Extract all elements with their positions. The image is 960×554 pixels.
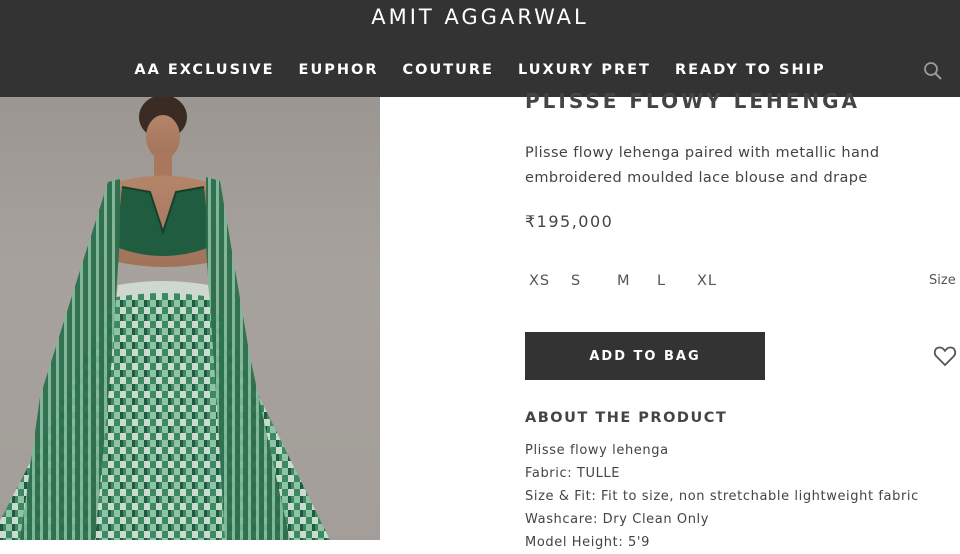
nav-item-ready-to-ship[interactable]: READY TO SHIP <box>663 62 838 78</box>
size-option-s[interactable]: S <box>571 273 581 289</box>
about-item: Plisse flowy lehenga <box>525 443 669 458</box>
product-description: Plisse flowy lehenga paired with metalli… <box>525 145 880 186</box>
product-price: ₹195,000 <box>525 212 614 231</box>
about-heading: ABOUT THE PRODUCT <box>525 410 728 426</box>
nav-item-aa-exclusive[interactable]: AA EXCLUSIVE <box>122 62 286 78</box>
heart-icon[interactable] <box>933 345 957 367</box>
about-list: Plisse flowy lehenga Fabric: TULLE Size … <box>525 439 919 554</box>
size-chart-link[interactable]: Size <box>929 273 956 288</box>
brand-logo[interactable]: AMIT AGGARWAL <box>0 5 960 29</box>
product-title: PLISSE FLOWY LEHENGA <box>525 89 861 113</box>
main-nav: AA EXCLUSIVE EUPHOR COUTURE LUXURY PRET … <box>0 62 960 78</box>
size-option-xs[interactable]: XS <box>529 273 550 289</box>
size-option-xl[interactable]: XL <box>697 273 717 289</box>
search-icon[interactable] <box>922 60 944 82</box>
about-item: Washcare: Dry Clean Only <box>525 512 710 527</box>
nav-item-couture[interactable]: COUTURE <box>390 62 505 78</box>
size-option-l[interactable]: L <box>657 273 666 289</box>
about-item: Fabric: TULLE <box>525 466 621 481</box>
about-item: Model Height: 5'9 <box>525 535 650 550</box>
about-item: Size & Fit: Fit to size, non stretchable… <box>525 489 919 504</box>
nav-item-euphor[interactable]: EUPHOR <box>287 62 391 78</box>
add-to-bag-button[interactable]: ADD TO BAG <box>525 332 765 380</box>
nav-item-luxury-pret[interactable]: LUXURY PRET <box>506 62 663 78</box>
size-option-m[interactable]: M <box>617 273 631 289</box>
site-header: AMIT AGGARWAL AA EXCLUSIVE EUPHOR COUTUR… <box>0 0 960 97</box>
product-image[interactable] <box>0 97 380 540</box>
product-details: PLISSE FLOWY LEHENGA Plisse flowy leheng… <box>525 89 960 550</box>
